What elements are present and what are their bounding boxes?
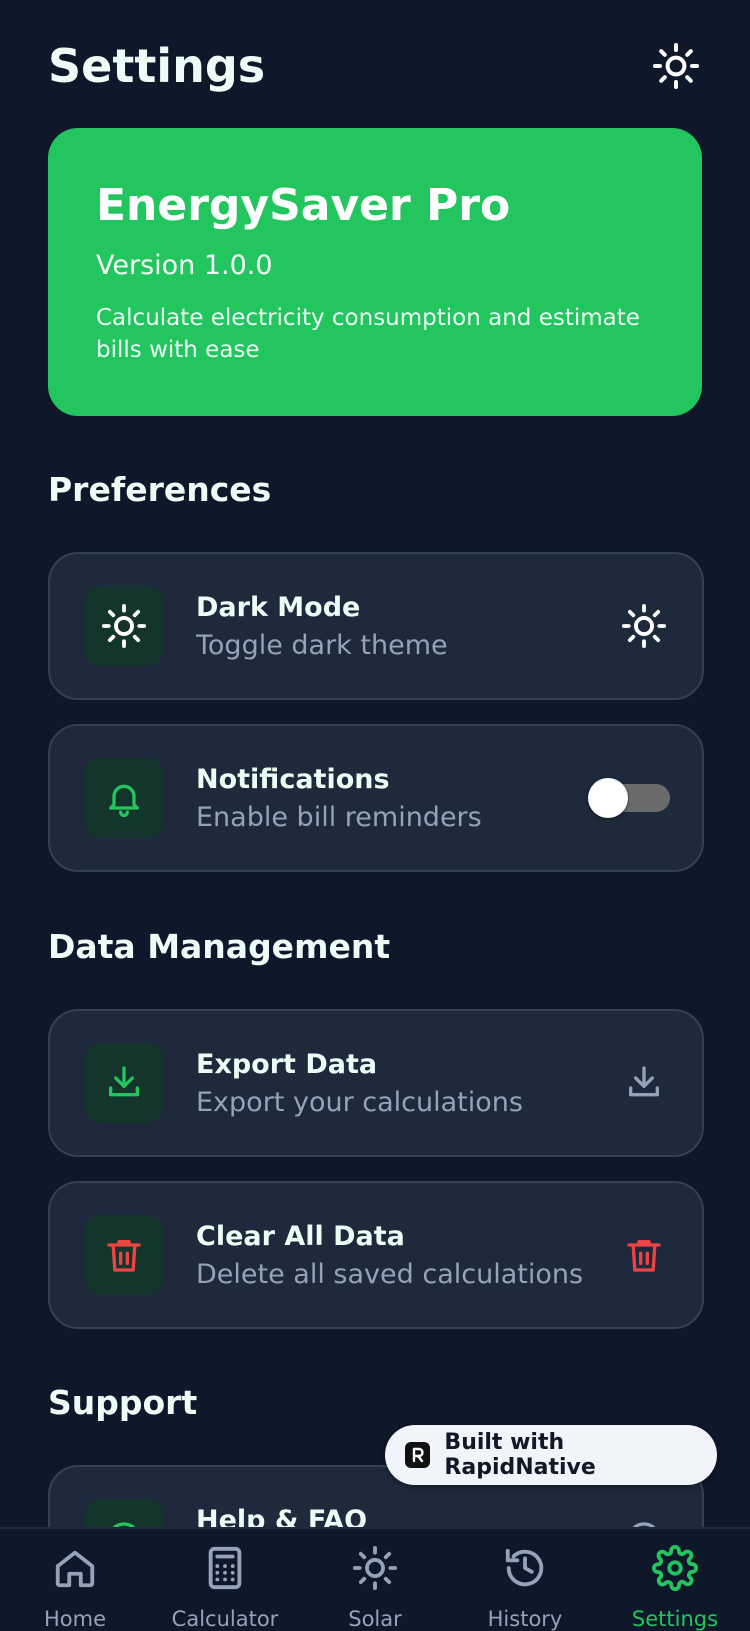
trash-icon: [107, 1240, 141, 1272]
app-info-card: EnergySaver Pro Version 1.0.0 Calculate …: [48, 128, 702, 416]
built-with-badge[interactable]: Built with RapidNative: [385, 1425, 717, 1485]
export-data-button[interactable]: [616, 1055, 672, 1111]
tab-label: History: [487, 1607, 563, 1631]
home-icon: [50, 1543, 100, 1593]
section-title-data-management: Data Management: [48, 927, 391, 966]
badge-text: Built with RapidNative: [444, 1430, 596, 1480]
clear-data-subtitle: Delete all saved calculations: [196, 1259, 584, 1290]
calculator-icon: [200, 1543, 250, 1593]
section-title-support: Support: [48, 1383, 198, 1422]
notifications-subtitle: Enable bill reminders: [196, 802, 482, 833]
export-data-subtitle: Export your calculations: [196, 1087, 523, 1118]
tab-label: Solar: [348, 1607, 402, 1631]
sun-icon: [350, 1543, 400, 1593]
notifications-title: Notifications: [196, 764, 390, 795]
clear-data-title: Clear All Data: [196, 1221, 405, 1252]
tab-label: Home: [43, 1607, 106, 1631]
tab-settings[interactable]: Settings: [600, 1529, 750, 1631]
dark-mode-subtitle: Toggle dark theme: [196, 630, 448, 661]
tab-calculator[interactable]: Calculator: [150, 1529, 300, 1631]
tab-home[interactable]: Home: [0, 1529, 150, 1631]
app-name: EnergySaver Pro: [96, 180, 511, 231]
tab-label: Settings: [631, 1607, 719, 1631]
export-data-title: Export Data: [196, 1049, 378, 1080]
sun-icon: [101, 603, 147, 649]
clear-data-row[interactable]: Clear All Data Delete all saved calculat…: [48, 1181, 704, 1329]
download-icon: [109, 1066, 139, 1097]
page-title: Settings: [48, 39, 266, 93]
sun-icon: [621, 603, 667, 649]
history-icon: [500, 1543, 550, 1593]
gear-icon: [650, 1543, 700, 1593]
dark-mode-row[interactable]: Dark Mode Toggle dark theme: [48, 552, 704, 700]
section-title-preferences: Preferences: [48, 470, 272, 509]
tab-solar[interactable]: Solar: [300, 1529, 450, 1631]
sun-icon: [653, 43, 699, 89]
export-icon-box: [84, 1043, 164, 1123]
notifications-icon-box: [84, 758, 164, 838]
theme-toggle-button[interactable]: [650, 40, 702, 92]
app-description: Calculate electricity consumption and es…: [96, 305, 640, 363]
bottom-tab-bar: Home Calculator Solar History Settings: [0, 1527, 750, 1631]
trash-icon: [627, 1240, 661, 1272]
notifications-row[interactable]: Notifications Enable bill reminders: [48, 724, 704, 872]
app-version: Version 1.0.0: [96, 250, 273, 281]
dark-mode-toggle[interactable]: [616, 598, 672, 654]
switch-knob: [588, 778, 628, 818]
download-icon: [629, 1066, 659, 1097]
clear-data-button[interactable]: [616, 1227, 672, 1283]
dark-mode-icon-box: [84, 586, 164, 666]
export-data-row[interactable]: Export Data Export your calculations: [48, 1009, 704, 1157]
clear-icon-box: [84, 1215, 164, 1295]
header: Settings: [48, 36, 702, 96]
tab-label: Calculator: [171, 1607, 279, 1631]
rapidnative-logo-icon: [405, 1442, 431, 1468]
dark-mode-title: Dark Mode: [196, 592, 361, 623]
tab-history[interactable]: History: [450, 1529, 600, 1631]
bell-icon: [109, 784, 139, 818]
notifications-switch[interactable]: [588, 778, 670, 818]
